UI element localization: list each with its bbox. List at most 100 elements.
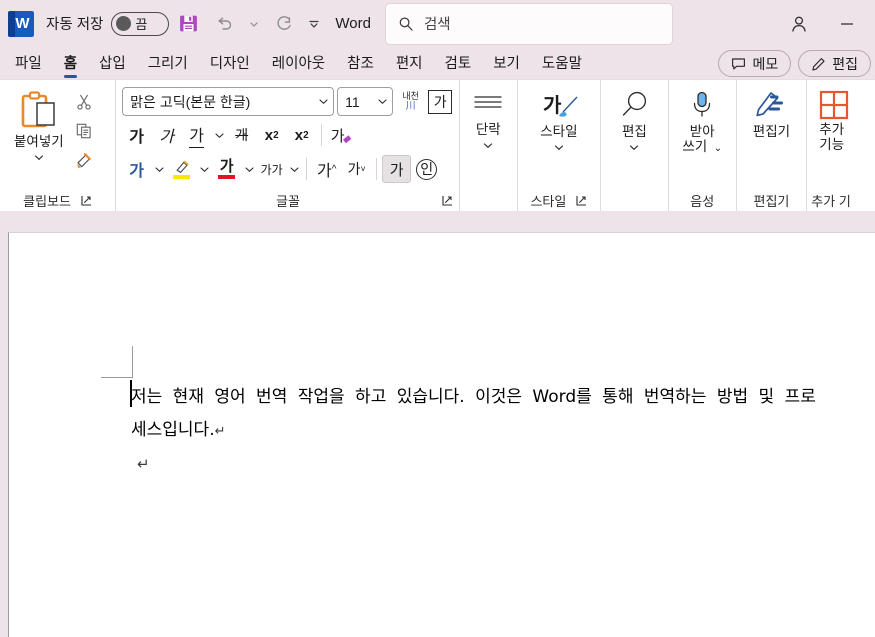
styles-dialog-launcher[interactable] xyxy=(576,195,587,206)
cut-button[interactable] xyxy=(70,88,98,115)
font-color-swatch xyxy=(218,175,236,179)
phonetic-guide-button[interactable]: 내천 川 xyxy=(396,88,425,116)
editing-mode-button[interactable]: 편집 xyxy=(798,50,871,77)
tab-file[interactable]: 파일 xyxy=(4,49,53,79)
subscript-index: 2 xyxy=(273,129,279,141)
font-row-styles: 가 가 가 개 x2 x2 가 xyxy=(122,121,356,149)
paste-button[interactable]: 붙여넣기 xyxy=(8,86,70,167)
font-color-dropdown-icon[interactable] xyxy=(242,155,256,183)
addins-button[interactable]: 추가 기능 xyxy=(813,86,865,152)
superscript-button[interactable]: x2 xyxy=(287,121,316,149)
clear-formatting-button[interactable]: 가 xyxy=(327,121,356,149)
tab-insert[interactable]: 삽입 xyxy=(88,49,137,79)
save-button[interactable] xyxy=(171,7,205,41)
dialog-launcher-icon xyxy=(81,195,91,206)
editing-dropdown-icon[interactable] xyxy=(628,139,640,157)
underline-dropdown-icon[interactable] xyxy=(212,121,226,149)
paragraph-group-button[interactable]: 단락 xyxy=(462,86,514,155)
subscript-button[interactable]: x2 xyxy=(257,121,286,149)
tab-references[interactable]: 참조 xyxy=(336,49,385,79)
bold-button[interactable]: 가 xyxy=(122,121,151,149)
grow-font-button[interactable]: 가 ^ xyxy=(312,155,341,183)
text-effects-button[interactable]: 가 xyxy=(122,155,151,183)
copy-button[interactable] xyxy=(70,117,98,144)
copy-icon xyxy=(76,123,91,138)
chevron-down-icon xyxy=(290,166,299,172)
customize-quick-access-toolbar-button[interactable] xyxy=(303,7,325,41)
search-input[interactable]: 검색 xyxy=(384,2,673,45)
character-shading-button[interactable]: 가가 xyxy=(257,155,286,183)
tab-draw[interactable]: 그리기 xyxy=(137,49,199,79)
clear-formatting-label: 가 xyxy=(330,127,345,145)
document-paragraph-1: 저는 현재 영어 번역 작업을 하고 있습니다. 이것은 Word를 통해 번역… xyxy=(131,387,816,440)
text-effects-dropdown-icon[interactable] xyxy=(152,155,166,183)
tab-help[interactable]: 도움말 xyxy=(531,49,593,79)
styles-dropdown-icon[interactable] xyxy=(553,139,565,157)
addins-grid-icon xyxy=(820,90,849,120)
editing-button[interactable]: 편집 xyxy=(608,86,660,157)
editing-mode-button-label: 편집 xyxy=(832,55,858,72)
clipboard-dialog-launcher[interactable] xyxy=(81,195,92,206)
format-painter-icon xyxy=(76,152,91,168)
ribbon: 붙여넣기 클립보드 맑은 고딕(본문 한글) 11 내천 川 가 가 가 가 개… xyxy=(0,79,875,211)
character-border-button[interactable]: 가 xyxy=(428,89,453,114)
clipboard-group-title: 클립보드 xyxy=(23,193,71,209)
tab-view[interactable]: 보기 xyxy=(482,49,531,79)
undo-button[interactable] xyxy=(207,7,241,41)
highlight-dropdown-icon[interactable] xyxy=(197,155,211,183)
shrink-font-button[interactable]: 가 ˅ xyxy=(342,155,371,183)
word-logo-letter: W xyxy=(15,15,30,32)
editor-button[interactable]: 편집기 xyxy=(745,86,797,140)
ribbon-group-paragraph: 단락 xyxy=(460,80,518,211)
ribbon-group-paragraph-label xyxy=(460,191,517,211)
tab-home[interactable]: 홈 xyxy=(53,49,88,79)
superscript-label: x xyxy=(294,126,304,144)
tab-review[interactable]: 검토 xyxy=(434,49,483,79)
chevron-down-bar-icon xyxy=(309,20,319,28)
font-name-combobox[interactable]: 맑은 고딕(본문 한글) xyxy=(122,87,335,116)
styles-button[interactable]: 가 스타일 xyxy=(531,86,587,157)
undo-dropdown-button[interactable] xyxy=(243,7,265,41)
ribbon-group-voice-label: 음성 xyxy=(669,191,736,211)
paragraph-dropdown-icon[interactable] xyxy=(482,137,494,155)
paste-dropdown-icon[interactable] xyxy=(33,149,45,167)
save-icon xyxy=(179,15,197,32)
font-size-combobox[interactable]: 11 xyxy=(337,87,394,116)
chevron-down-icon xyxy=(378,99,387,105)
enclose-character-button[interactable]: 인 xyxy=(412,155,441,183)
tab-design[interactable]: 디자인 xyxy=(199,49,261,79)
format-painter-button[interactable] xyxy=(70,146,98,173)
underline-button[interactable]: 가 xyxy=(182,121,211,149)
font-dialog-launcher[interactable] xyxy=(442,195,453,206)
strikethrough-button[interactable]: 개 xyxy=(227,121,256,149)
document-page[interactable]: 저는 현재 영어 번역 작업을 하고 있습니다. 이것은 Word를 통해 번역… xyxy=(8,232,875,637)
chevron-down-icon xyxy=(245,166,254,172)
redo-button[interactable] xyxy=(267,7,301,41)
account-button[interactable] xyxy=(777,4,821,44)
word-logo-icon: W xyxy=(8,10,34,37)
font-color-button[interactable]: 가 xyxy=(212,155,241,183)
font-color-label: 가 xyxy=(219,158,234,175)
chevron-down-icon xyxy=(200,166,209,172)
shrink-font-label: 가 xyxy=(347,161,361,177)
comments-button[interactable]: 메모 xyxy=(718,50,792,77)
tab-mailings[interactable]: 편지 xyxy=(385,49,434,79)
ribbon-group-addins-label: 추가 기 xyxy=(807,191,875,211)
italic-button[interactable]: 가 xyxy=(152,121,181,149)
grow-font-caret-icon: ^ xyxy=(331,163,337,175)
editing-button-label: 편집 xyxy=(622,124,647,139)
character-shading-dropdown-icon[interactable] xyxy=(287,155,301,183)
dictate-dropdown-icon[interactable]: ⌄ xyxy=(711,143,722,154)
editor-pen-icon xyxy=(756,92,784,117)
character-shading-toggle-button[interactable]: 가 xyxy=(382,155,412,183)
addins-label-line2: 기능 xyxy=(819,137,845,153)
ribbon-group-editing-label xyxy=(601,191,668,211)
autosave-toggle[interactable]: 끔 xyxy=(111,11,170,36)
font-row-separator-3 xyxy=(376,158,378,180)
document-body-text[interactable]: 저는 현재 영어 번역 작업을 하고 있습니다. 이것은 Word를 통해 번역… xyxy=(131,381,821,448)
dictate-button[interactable]: 받아 쓰기 ⌄ xyxy=(676,86,728,154)
text-highlight-color-button[interactable] xyxy=(167,155,196,183)
tab-layout[interactable]: 레이아웃 xyxy=(261,49,336,79)
chevron-down-icon xyxy=(155,166,164,172)
minimize-button[interactable] xyxy=(825,4,869,44)
